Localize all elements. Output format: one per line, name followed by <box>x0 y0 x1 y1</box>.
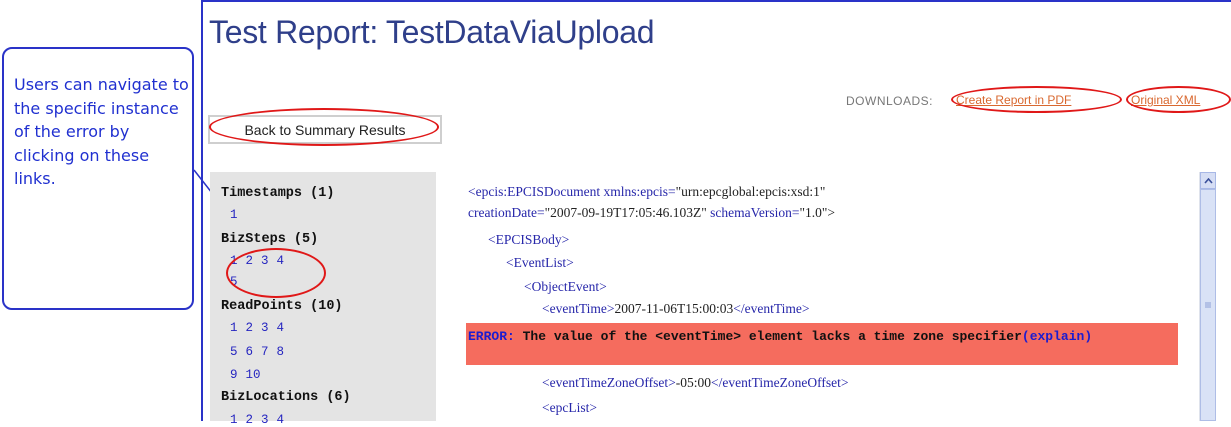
xml-line: <eventTime>2007-11-06T15:00:03</eventTim… <box>542 301 809 317</box>
nav-link[interactable]: 7 <box>261 345 269 359</box>
nav-link[interactable]: 1 <box>230 254 238 268</box>
xml-tag: </eventTimeZoneOffset> <box>710 375 849 390</box>
nav-row-timestamps: 1 <box>230 208 246 222</box>
chevron-up-icon <box>1203 177 1213 184</box>
nav-link[interactable]: 4 <box>277 254 285 268</box>
nav-link[interactable]: 2 <box>246 413 254 427</box>
xml-line: <epcis:EPCISDocument xmlns:epcis="urn:ep… <box>468 184 825 200</box>
nav-link[interactable]: 4 <box>277 413 285 427</box>
xml-line: <epcList> <box>542 400 597 415</box>
xml-value: "urn:epcglobal:epcis:xsd:1" <box>675 184 826 199</box>
nav-link[interactable]: 1 <box>230 208 238 222</box>
nav-heading-bizsteps: BizSteps (5) <box>221 232 319 247</box>
nav-row-bizsteps-1: 1234 <box>230 254 292 268</box>
nav-link[interactable]: 10 <box>246 368 261 382</box>
nav-link[interactable]: 2 <box>246 321 254 335</box>
create-pdf-link[interactable]: Create Report in PDF <box>956 93 1071 107</box>
error-label: ERROR: <box>468 329 515 344</box>
xml-line: creationDate="2007-09-19T17:05:46.103Z" … <box>468 205 835 221</box>
xml-value: "1.0"> <box>799 205 835 220</box>
xml-tag: <eventTime> <box>542 301 615 316</box>
nav-link[interactable]: 6 <box>246 345 254 359</box>
xml-viewer: <epcis:EPCISDocument xmlns:epcis="urn:ep… <box>466 172 1178 421</box>
xml-line: <eventTimeZoneOffset>-05:00</eventTimeZo… <box>542 375 848 391</box>
xml-attr: schemaVersion= <box>710 205 800 220</box>
xml-tag: </eventTime> <box>733 301 810 316</box>
xml-line: <ObjectEvent> <box>524 279 607 294</box>
nav-heading-readpoints: ReadPoints (10) <box>221 299 343 314</box>
nav-link[interactable]: 2 <box>246 254 254 268</box>
xml-line: <EventList> <box>506 255 574 270</box>
xml-scrollbar[interactable] <box>1199 172 1216 421</box>
error-message: ERROR: The value of the <eventTime> elem… <box>466 323 1178 365</box>
original-xml-link[interactable]: Original XML <box>1131 93 1200 107</box>
xml-value: "2007-09-19T17:05:46.103Z" <box>544 205 707 220</box>
xml-tag: <eventTimeZoneOffset> <box>542 375 676 390</box>
xml-tag: <epcis:EPCISDocument <box>468 184 601 199</box>
scroll-thumb[interactable] <box>1200 189 1216 421</box>
xml-attr: xmlns:epcis= <box>603 184 676 199</box>
error-text: ERROR: The value of the <eventTime> elem… <box>468 327 1168 347</box>
nav-heading-timestamps: Timestamps (1) <box>221 186 335 201</box>
back-button-label[interactable]: Back to Summary Results <box>210 117 440 142</box>
nav-heading-bizlocations: BizLocations (6) <box>221 390 351 405</box>
nav-link[interactable]: 8 <box>277 345 285 359</box>
explain-link[interactable]: (explain) <box>1022 329 1092 344</box>
nav-link[interactable]: 5 <box>230 345 238 359</box>
nav-link[interactable]: 3 <box>261 413 269 427</box>
nav-link[interactable]: 1 <box>230 413 238 427</box>
error-body: The value of the <eventTime> element lac… <box>522 329 1022 344</box>
nav-row-readpoints-2: 5678 <box>230 345 292 359</box>
nav-row-bizlocations-1: 1234 <box>230 413 292 427</box>
scroll-up-button[interactable] <box>1200 172 1216 189</box>
nav-link[interactable]: 4 <box>277 321 285 335</box>
grip-icon <box>1205 302 1211 308</box>
nav-link[interactable]: 5 <box>230 275 238 289</box>
xml-line: <EPCISBody> <box>488 232 570 247</box>
downloads-label: DOWNLOADS: <box>846 94 934 108</box>
xml-attr: creationDate= <box>468 205 545 220</box>
nav-link[interactable]: 9 <box>230 368 238 382</box>
nav-row-readpoints-3: 9 10 <box>230 368 269 382</box>
error-nav-panel: Timestamps (1) 1 BizSteps (5) 1234 5 Rea… <box>210 172 436 427</box>
nav-link[interactable]: 3 <box>261 254 269 268</box>
nav-link[interactable]: 1 <box>230 321 238 335</box>
xml-value: -05:00 <box>675 375 711 390</box>
nav-link[interactable]: 3 <box>261 321 269 335</box>
nav-row-readpoints-1: 1234 <box>230 321 292 335</box>
nav-row-bizsteps-2: 5 <box>230 275 246 289</box>
back-to-summary-button[interactable]: Back to Summary Results <box>208 115 442 144</box>
xml-value: 2007-11-06T15:00:03 <box>614 301 734 316</box>
